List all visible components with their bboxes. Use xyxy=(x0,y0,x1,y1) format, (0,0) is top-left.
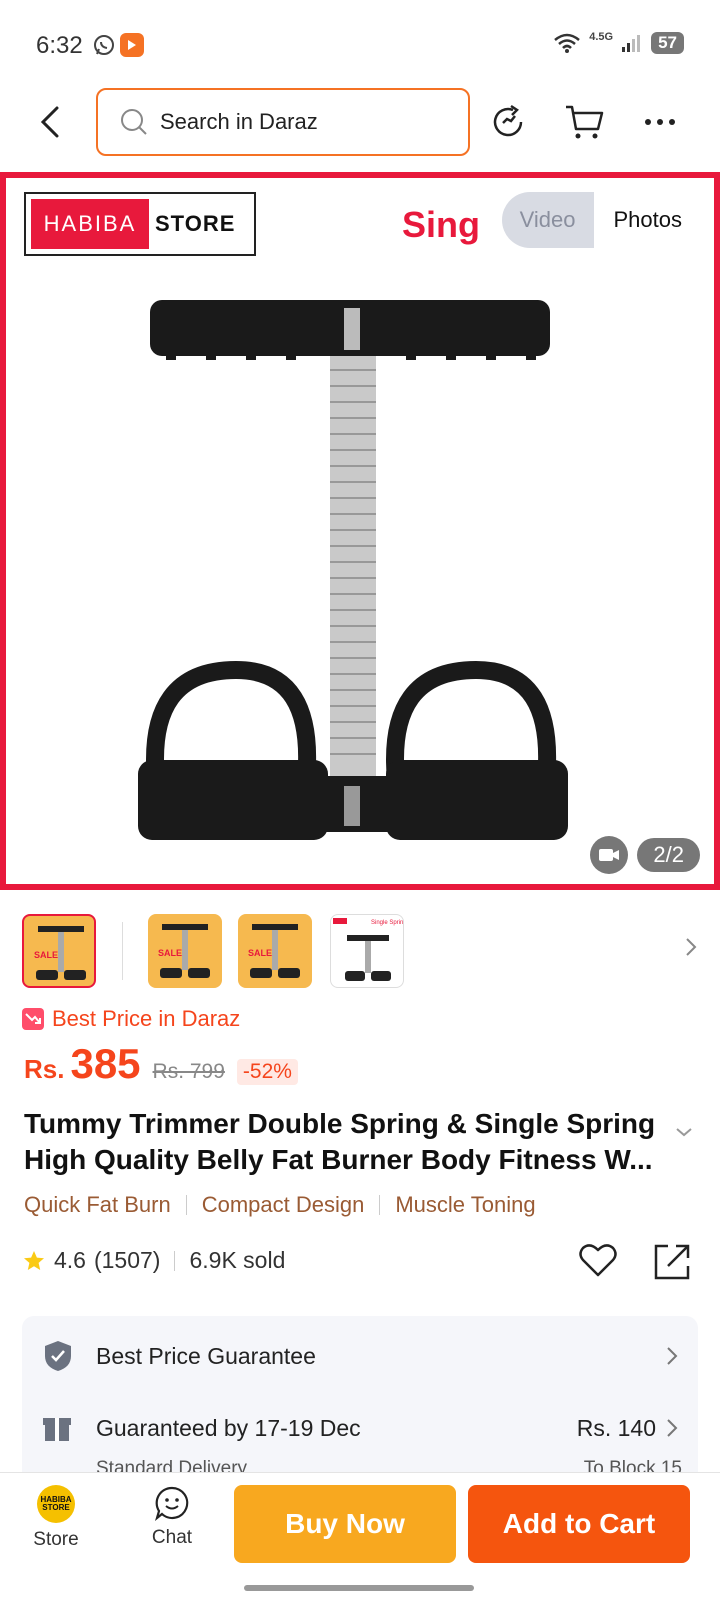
store-brand-logo: HABIBA STORE xyxy=(24,192,256,256)
tag-item: Compact Design xyxy=(201,1192,365,1217)
chevron-right-icon xyxy=(667,1419,678,1437)
share-button[interactable] xyxy=(652,1242,692,1287)
image-overlay-text: Sing xyxy=(402,204,480,245)
video-camera-icon xyxy=(599,849,619,861)
thumbnail-item[interactable]: SALE xyxy=(238,914,312,988)
search-placeholder: Search in Daraz xyxy=(160,109,318,134)
cart-icon xyxy=(566,105,604,139)
shield-check-icon xyxy=(45,1341,71,1371)
image-counter: 2/2 xyxy=(637,838,700,872)
svg-text:SALE: SALE xyxy=(158,948,182,958)
product-image-gallery[interactable]: HABIBA STORE Sing Video Photos 2/2 xyxy=(0,172,720,890)
svg-text:Single Spring: Single Spring xyxy=(371,920,404,926)
wifi-icon xyxy=(554,33,581,53)
network-label: 4.5G xyxy=(589,31,614,43)
refresh-button[interactable] xyxy=(486,100,530,144)
thumbnail-image: SALE xyxy=(248,924,300,978)
store-button[interactable]: HABIBA STORE Store xyxy=(18,1485,94,1551)
product-title[interactable]: Tummy Trimmer Double Spring & Single Spr… xyxy=(24,1106,664,1178)
thumbnail-item[interactable]: SALE xyxy=(148,914,222,988)
sold-count: 6.9K sold xyxy=(189,1247,286,1273)
thumbnail-image: SALE xyxy=(158,924,210,978)
chevron-left-icon xyxy=(40,106,59,138)
add-to-cart-button[interactable]: Add to Cart xyxy=(468,1485,690,1563)
chat-icon xyxy=(154,1486,189,1521)
delivery-row[interactable]: Guaranteed by 17-19 Dec Rs. 140 xyxy=(22,1398,698,1458)
bottom-action-bar: HABIBA STORE Store Chat Buy Now Add to Ca… xyxy=(0,1472,720,1600)
package-icon xyxy=(43,1418,71,1441)
svg-text:SALE: SALE xyxy=(34,950,58,960)
thumbnail-item[interactable]: SALE xyxy=(22,914,96,988)
thumbnail-image: SALE xyxy=(34,926,86,980)
battery-indicator: 57 xyxy=(651,32,684,54)
video-play-button[interactable] xyxy=(590,836,628,874)
app-notification-icon xyxy=(120,33,144,57)
star-icon xyxy=(24,1250,44,1270)
signal-icon xyxy=(622,35,641,52)
currency-label: Rs. xyxy=(24,1054,65,1084)
rating-row[interactable]: 4.6 (1507) 6.9K sold xyxy=(22,1247,285,1274)
review-count: (1507) xyxy=(93,1247,161,1273)
media-toggle: Video Photos xyxy=(501,192,702,248)
more-icon xyxy=(645,119,675,125)
chevron-right-icon[interactable] xyxy=(684,936,698,958)
tag-item: Quick Fat Burn xyxy=(24,1192,171,1217)
thumbnail-image: Single Spring xyxy=(333,918,404,981)
photos-tab[interactable]: Photos xyxy=(593,192,702,248)
cart-button[interactable] xyxy=(562,100,606,144)
video-tab[interactable]: Video xyxy=(501,192,594,248)
delivery-fee: Rs. 140 xyxy=(576,1414,656,1441)
trend-down-icon xyxy=(22,1008,44,1030)
svg-text:SALE: SALE xyxy=(248,948,272,958)
more-options-button[interactable] xyxy=(638,100,682,144)
chevron-down-icon[interactable] xyxy=(674,1126,694,1138)
wishlist-button[interactable] xyxy=(578,1242,618,1283)
product-image xyxy=(138,300,568,840)
store-logo-icon: HABIBA STORE xyxy=(37,1485,75,1523)
heart-icon xyxy=(579,1244,617,1277)
top-nav: Search in Daraz xyxy=(0,86,720,170)
chat-button[interactable]: Chat xyxy=(134,1485,210,1549)
original-price: Rs. 799 xyxy=(152,1060,225,1083)
tag-item: Muscle Toning xyxy=(395,1192,536,1217)
discount-badge: -52% xyxy=(236,1059,298,1085)
rating-value: 4.6 xyxy=(54,1247,86,1273)
price-row: Rs. 385 Rs. 799 -52% xyxy=(24,1040,298,1088)
thumbnail-strip: SALE SALE SALE Single Spring xyxy=(22,914,698,990)
delivery-info-card: Best Price Guarantee Guaranteed by 17-19… xyxy=(22,1316,698,1486)
home-indicator[interactable] xyxy=(244,1585,474,1591)
buy-now-button[interactable]: Buy Now xyxy=(234,1485,456,1563)
whatsapp-icon xyxy=(94,35,114,55)
back-button[interactable] xyxy=(30,102,70,142)
best-price-badge: Best Price in Daraz xyxy=(22,1006,240,1032)
best-price-guarantee-row[interactable]: Best Price Guarantee xyxy=(22,1326,698,1386)
status-time: 6:32 xyxy=(36,32,83,59)
product-tags: Quick Fat Burn Compact Design Muscle Ton… xyxy=(24,1192,536,1218)
current-price: 385 xyxy=(70,1040,141,1087)
status-bar: 6:32 4.5G 57 xyxy=(0,0,720,86)
refresh-icon xyxy=(493,104,523,137)
search-input[interactable]: Search in Daraz xyxy=(96,88,470,156)
share-icon xyxy=(654,1244,690,1280)
search-icon xyxy=(121,109,147,135)
thumbnail-item[interactable]: Single Spring xyxy=(330,914,404,988)
chevron-right-icon xyxy=(667,1347,678,1365)
